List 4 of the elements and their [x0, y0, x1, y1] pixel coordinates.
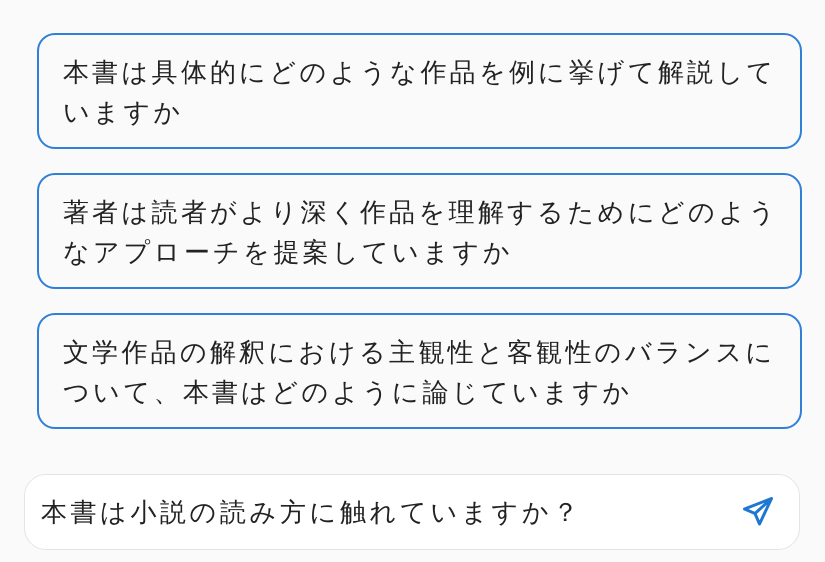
suggested-question[interactable]: 文学作品の解釈における主観性と客観性のバランスについて、本書はどのように論じていますか [37, 313, 802, 429]
suggested-question[interactable]: 著者は読者がより深く作品を理解するためにどのようなアプローチを提案していますか [37, 173, 802, 289]
message-input[interactable]: 本書は小説の読み方に触れていますか？ [24, 474, 800, 550]
suggested-question[interactable]: 本書は具体的にどのような作品を例に挙げて解説していますか [37, 33, 802, 149]
